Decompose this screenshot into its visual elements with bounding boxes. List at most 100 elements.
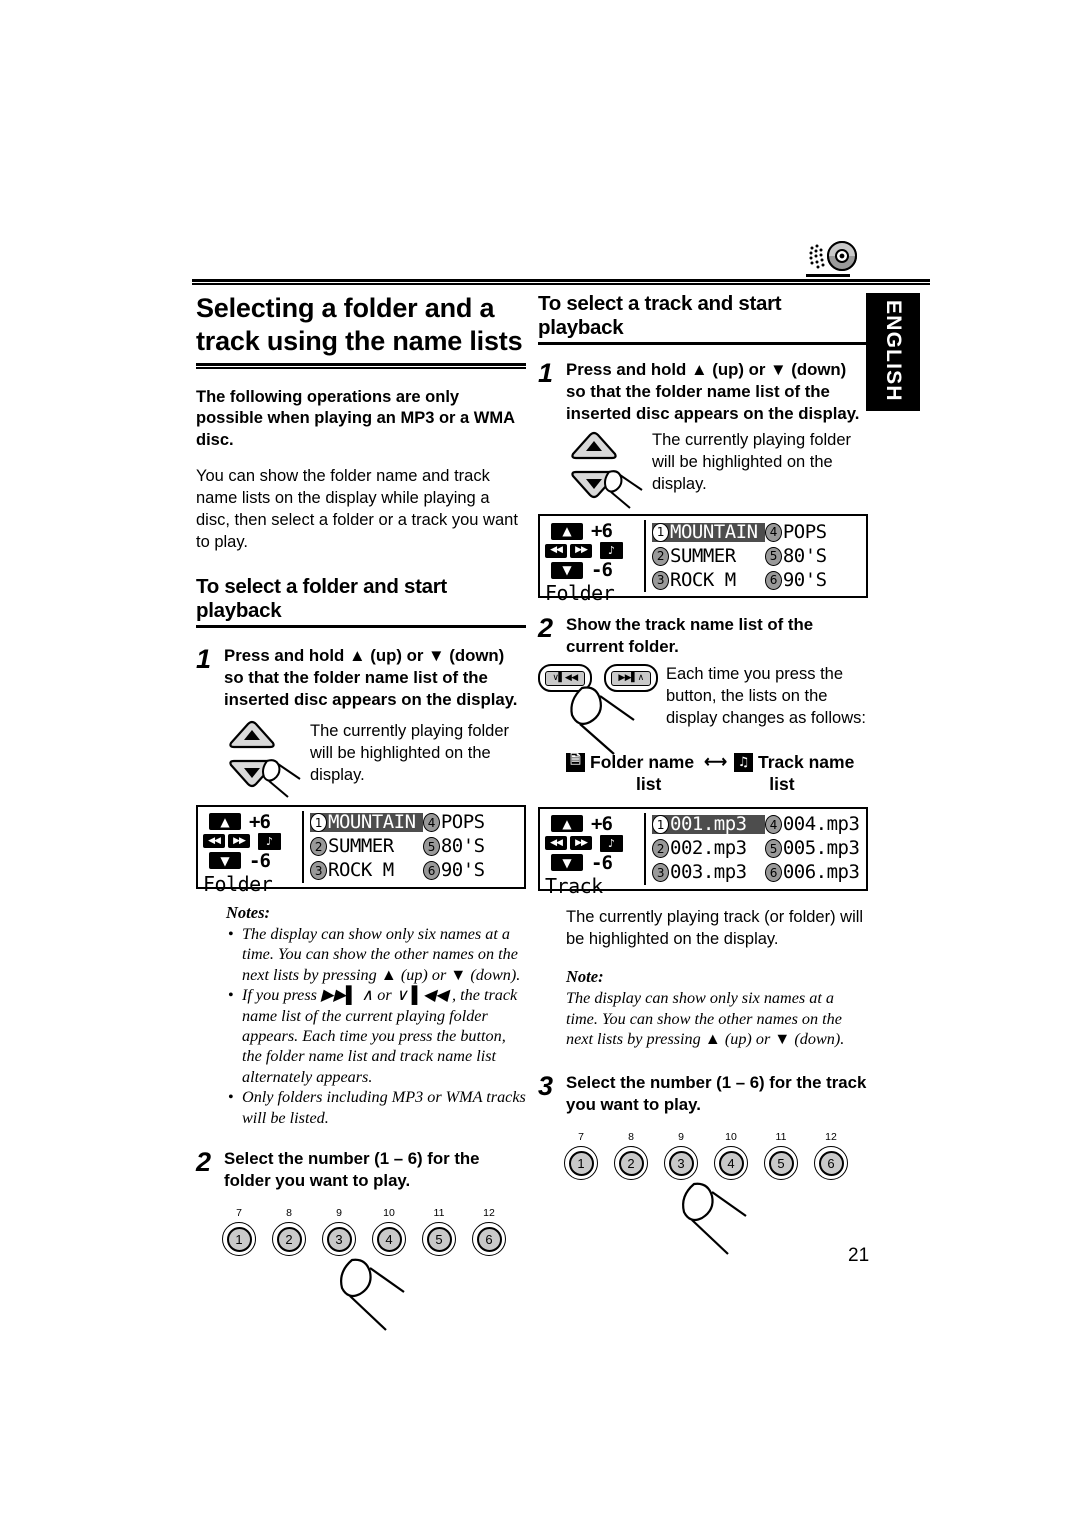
lcd-entry[interactable]: 2 SUMMER bbox=[652, 546, 765, 566]
lcd-level-up: +6 bbox=[591, 520, 613, 543]
lcd-list-row: 3 ROCK M 6 90'S bbox=[652, 568, 861, 592]
number-button-label: 6 bbox=[476, 1226, 502, 1252]
compact-disc-icon bbox=[806, 239, 864, 277]
skip-button-group[interactable]: ∨▌◀◀ ▶▶▌∧ bbox=[538, 664, 666, 755]
lcd-entry-number: 4 bbox=[764, 522, 782, 542]
number-button-label: 4 bbox=[718, 1150, 744, 1176]
lcd-entry[interactable]: 1 MOUNTAIN bbox=[310, 813, 423, 833]
lcd-entry[interactable]: 4 004.mp3 bbox=[764, 815, 861, 835]
up-down-button-group[interactable] bbox=[220, 717, 310, 798]
lcd-entry[interactable]: 4 POPS bbox=[764, 522, 861, 542]
number-button-3[interactable]: 3 bbox=[322, 1222, 356, 1257]
lcd-entry[interactable]: 3 ROCK M bbox=[652, 568, 765, 591]
list-toggle-sublabels: list list bbox=[566, 774, 868, 795]
folder-list-sublabel: list bbox=[636, 773, 662, 794]
number-button-4[interactable]: 4 bbox=[372, 1222, 406, 1257]
lcd-entry[interactable]: 5 005.mp3 bbox=[764, 839, 861, 859]
lcd-entry-number: 1 bbox=[652, 815, 669, 835]
lcd-entry-number: 4 bbox=[422, 813, 440, 833]
number-button-1[interactable]: 1 bbox=[564, 1146, 598, 1181]
step-1-track: 1 Press and hold ▲ (up) or ▼ (down) so t… bbox=[538, 359, 868, 424]
lcd-entry-name: 006.mp3 bbox=[782, 861, 860, 884]
lcd-entry[interactable]: 3 003.mp3 bbox=[652, 863, 765, 883]
note-item: The display can show only six names at a… bbox=[226, 924, 526, 985]
number-button-5[interactable]: 5 bbox=[764, 1146, 798, 1181]
number-button-cell[interactable]: 12 6 bbox=[464, 1208, 514, 1257]
number-button-upper-label: 12 bbox=[483, 1206, 495, 1219]
lcd-display-folder: ▲ +6 ◀◀ ▶▶ ♪ ▼ -6 Folder 1 MOUNTAIN 4 PO… bbox=[196, 804, 526, 894]
lcd-entry[interactable]: 3 ROCK M bbox=[310, 861, 423, 881]
lcd-entry[interactable]: 6 006.mp3 bbox=[764, 861, 861, 884]
step-2-folder: 2 Select the number (1 – 6) for the fold… bbox=[196, 1148, 526, 1192]
lcd-entry-number: 2 bbox=[652, 839, 669, 859]
number-button-cell[interactable]: 7 1 bbox=[214, 1208, 264, 1257]
number-button-label: 5 bbox=[426, 1226, 452, 1252]
folder-name-list-label: Folder name bbox=[590, 751, 695, 772]
lcd-entry[interactable]: 1 MOUNTAIN bbox=[652, 522, 765, 542]
skip-down-button-label: ∨▌◀◀ bbox=[545, 670, 585, 686]
skip-up-button[interactable]: ▶▶▌∧ bbox=[604, 664, 658, 693]
number-button-label: 2 bbox=[276, 1226, 302, 1252]
number-button-upper-label: 10 bbox=[725, 1130, 737, 1143]
number-button-6[interactable]: 6 bbox=[472, 1222, 506, 1257]
lcd-display-track: ▲ +6 ◀◀ ▶▶ ♪ ▼ -6 Track 1 001.mp3 4 004.… bbox=[538, 806, 868, 896]
lcd-entry[interactable]: 6 90'S bbox=[422, 861, 519, 881]
list-toggle-diagram: 🗎 Folder name ⟷ ♫ Track name list list bbox=[538, 752, 868, 795]
lcd-entry-number: 3 bbox=[652, 570, 669, 590]
step-3-track: 3 Select the number (1 – 6) for the trac… bbox=[538, 1072, 868, 1116]
number-button-upper-label: 7 bbox=[236, 1206, 242, 1219]
manual-page: ENGLISH Selecting a folder and a track u… bbox=[0, 0, 1080, 1528]
skip-down-button[interactable]: ∨▌◀◀ bbox=[538, 664, 592, 693]
number-button-cell[interactable]: 8 2 bbox=[606, 1132, 656, 1181]
number-button-cell[interactable]: 12 6 bbox=[806, 1132, 856, 1181]
lcd-level-down: -6 bbox=[591, 559, 613, 582]
lcd-folder-note-icon: ♪ bbox=[258, 832, 281, 850]
number-button-cell[interactable]: 10 4 bbox=[364, 1208, 414, 1257]
folder-icon: 🗎 bbox=[566, 752, 585, 772]
number-button-cell[interactable]: 8 2 bbox=[264, 1208, 314, 1257]
number-button-cell[interactable]: 7 1 bbox=[556, 1132, 606, 1181]
lcd-entry[interactable]: 5 80'S bbox=[422, 837, 519, 857]
title-underline-rule bbox=[196, 362, 526, 369]
bidirectional-arrow-icon: ⟷ bbox=[704, 754, 727, 772]
number-button-3[interactable]: 3 bbox=[664, 1146, 698, 1181]
lcd-entry-name: ROCK M bbox=[670, 568, 736, 591]
number-button-cell[interactable]: 9 3 bbox=[656, 1132, 706, 1181]
step-1-subnote: The currently playing folder will be hig… bbox=[310, 721, 510, 784]
lcd-down-indicator-icon: ▼ bbox=[551, 561, 583, 579]
up-down-button-group[interactable] bbox=[562, 428, 652, 510]
step-instruction: Press and hold ▲ (up) or ▼ (down) so tha… bbox=[224, 646, 518, 710]
lcd-level-up: +6 bbox=[591, 812, 613, 835]
lcd-entry[interactable]: 2 002.mp3 bbox=[652, 839, 765, 859]
lcd-entry-number: 3 bbox=[652, 863, 669, 883]
number-button-1[interactable]: 1 bbox=[222, 1222, 256, 1257]
lcd-list-row: 1 001.mp3 4 004.mp3 bbox=[652, 813, 861, 837]
number-button-2[interactable]: 2 bbox=[614, 1146, 648, 1181]
number-button-upper-label: 7 bbox=[578, 1130, 584, 1143]
number-button-4[interactable]: 4 bbox=[714, 1146, 748, 1181]
number-button-cell[interactable]: 11 5 bbox=[756, 1132, 806, 1181]
number-button-cell[interactable]: 9 3 bbox=[314, 1208, 364, 1257]
step-instruction: Press and hold ▲ (up) or ▼ (down) so tha… bbox=[566, 360, 860, 423]
language-tab-label: ENGLISH bbox=[882, 300, 905, 402]
step-1-folder: 1 Press and hold ▲ (up) or ▼ (down) so t… bbox=[196, 645, 526, 710]
lcd-entry[interactable]: 6 90'S bbox=[764, 570, 861, 590]
number-button-6[interactable]: 6 bbox=[814, 1146, 848, 1181]
page-number: 21 bbox=[848, 1245, 870, 1266]
lcd-entry[interactable]: 5 80'S bbox=[764, 546, 861, 566]
lcd-list-panel: 1 MOUNTAIN 4 POPS 2 SUMMER 5 80'S 3 ROCK… bbox=[646, 520, 861, 592]
number-button-cell[interactable]: 10 4 bbox=[706, 1132, 756, 1181]
pointing-hand-icon bbox=[340, 1258, 405, 1331]
number-button-5[interactable]: 5 bbox=[422, 1222, 456, 1257]
lcd-list-row: 2 SUMMER 5 80'S bbox=[652, 544, 861, 568]
lcd-entry[interactable]: 1 001.mp3 bbox=[652, 815, 765, 835]
lcd-entry[interactable]: 4 POPS bbox=[422, 813, 519, 833]
section-heading-folder: To select a folder and start playback bbox=[196, 575, 526, 629]
lcd-up-indicator-icon: ▲ bbox=[209, 813, 241, 831]
lcd-entry-number: 5 bbox=[422, 837, 440, 857]
number-button-upper-label: 9 bbox=[678, 1130, 684, 1143]
number-button-2[interactable]: 2 bbox=[272, 1222, 306, 1257]
lcd-entry[interactable]: 2 SUMMER bbox=[310, 837, 423, 857]
top-divider-rule bbox=[192, 279, 930, 285]
number-button-cell[interactable]: 11 5 bbox=[414, 1208, 464, 1257]
